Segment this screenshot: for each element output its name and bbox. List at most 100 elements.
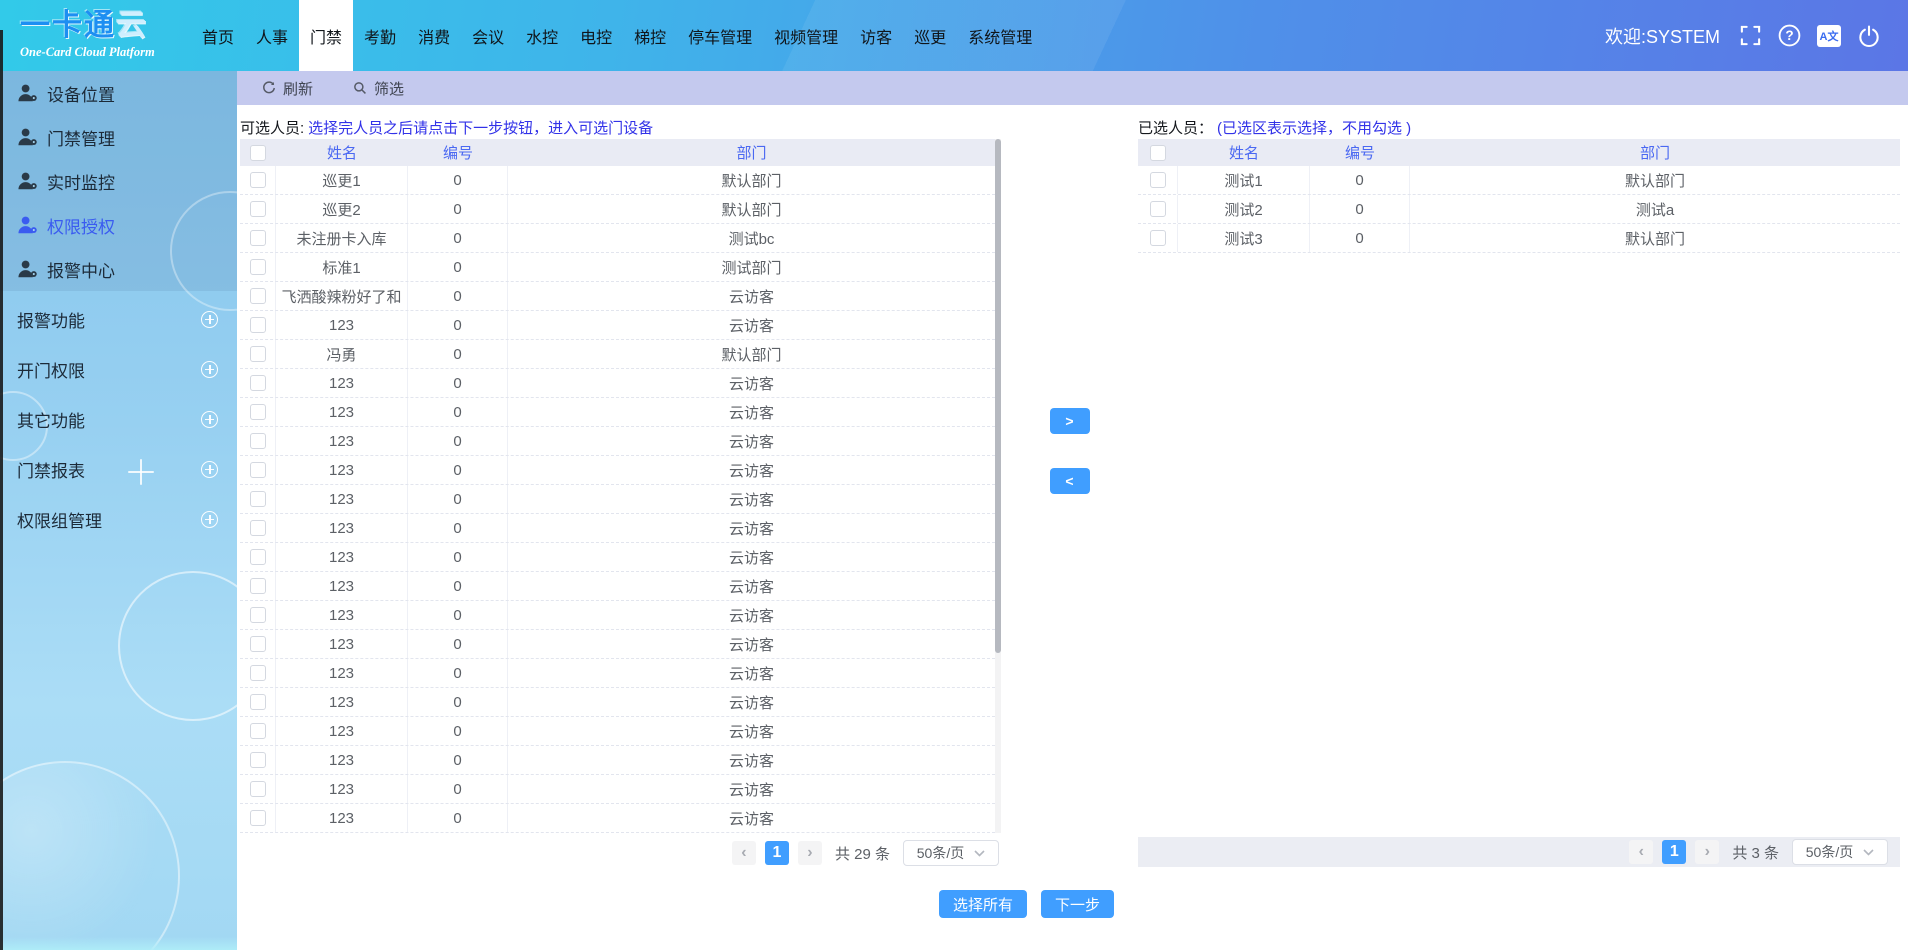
- table-row[interactable]: 123 0 云访客: [240, 543, 995, 572]
- fullscreen-icon[interactable]: [1739, 24, 1762, 47]
- row-checkbox[interactable]: [250, 317, 266, 333]
- row-checkbox[interactable]: [250, 491, 266, 507]
- row-checkbox[interactable]: [250, 346, 266, 362]
- row-checkbox[interactable]: [250, 520, 266, 536]
- sidebar-menu-item[interactable]: 设备位置: [0, 71, 237, 115]
- nav-tab[interactable]: 视频管理: [763, 0, 849, 71]
- nav-tab[interactable]: 水控: [515, 0, 569, 71]
- sidebar-menu-item[interactable]: 权限授权: [0, 203, 237, 247]
- select-all-checkbox[interactable]: [1150, 145, 1166, 161]
- select-all-button[interactable]: 选择所有: [939, 890, 1027, 918]
- row-checkbox[interactable]: [250, 462, 266, 478]
- nav-tab[interactable]: 首页: [191, 0, 245, 71]
- table-row[interactable]: 123 0 云访客: [240, 427, 995, 456]
- row-checkbox[interactable]: [250, 259, 266, 275]
- next-step-button[interactable]: 下一步: [1041, 890, 1114, 918]
- table-row[interactable]: 巡更2 0 默认部门: [240, 195, 995, 224]
- sidebar-menu-item[interactable]: 门禁管理: [0, 115, 237, 159]
- sidebar-group-item[interactable]: 开门权限: [0, 344, 237, 394]
- filter-button[interactable]: 筛选: [353, 78, 404, 99]
- row-checkbox[interactable]: [250, 172, 266, 188]
- current-page-button[interactable]: 1: [1662, 840, 1686, 864]
- row-checkbox[interactable]: [250, 723, 266, 739]
- nav-tab[interactable]: 梯控: [623, 0, 677, 71]
- table-row[interactable]: 123 0 云访客: [240, 514, 995, 543]
- scrollbar-thumb[interactable]: [995, 139, 1001, 653]
- table-row[interactable]: 123 0 云访客: [240, 688, 995, 717]
- refresh-button[interactable]: 刷新: [262, 78, 313, 99]
- nav-tab[interactable]: 巡更: [903, 0, 957, 71]
- table-row[interactable]: 123 0 云访客: [240, 456, 995, 485]
- row-checkbox[interactable]: [250, 781, 266, 797]
- sidebar-group-item[interactable]: 门禁报表: [0, 444, 237, 494]
- nav-tab[interactable]: 停车管理: [677, 0, 763, 71]
- expand-plus-icon[interactable]: [201, 511, 218, 528]
- table-row[interactable]: 123 0 云访客: [240, 398, 995, 427]
- language-icon[interactable]: A文: [1817, 25, 1841, 47]
- table-row[interactable]: 标准1 0 测试部门: [240, 253, 995, 282]
- sidebar-group-item[interactable]: 其它功能: [0, 394, 237, 444]
- select-all-checkbox[interactable]: [250, 145, 266, 161]
- page-size-select[interactable]: 50条/页: [903, 840, 999, 866]
- table-row[interactable]: 123 0 云访客: [240, 572, 995, 601]
- nav-tab[interactable]: 访客: [849, 0, 903, 71]
- nav-tab[interactable]: 系统管理: [957, 0, 1043, 71]
- nav-tab[interactable]: 人事: [245, 0, 299, 71]
- row-checkbox[interactable]: [250, 549, 266, 565]
- table-row[interactable]: 测试3 0 默认部门: [1138, 224, 1900, 253]
- nav-tab[interactable]: 考勤: [353, 0, 407, 71]
- nav-tab[interactable]: 门禁: [299, 0, 353, 71]
- row-checkbox[interactable]: [250, 665, 266, 681]
- table-row[interactable]: 123 0 云访客: [240, 369, 995, 398]
- sidebar-menu-item[interactable]: 实时监控: [0, 159, 237, 203]
- row-checkbox[interactable]: [250, 810, 266, 826]
- row-checkbox[interactable]: [250, 375, 266, 391]
- row-checkbox[interactable]: [250, 752, 266, 768]
- nav-tab[interactable]: 会议: [461, 0, 515, 71]
- nav-tab[interactable]: 消费: [407, 0, 461, 71]
- expand-plus-icon[interactable]: [201, 461, 218, 478]
- row-checkbox[interactable]: [1150, 172, 1166, 188]
- row-checkbox[interactable]: [250, 404, 266, 420]
- sidebar-menu-item[interactable]: 报警中心: [0, 247, 237, 291]
- table-row[interactable]: 巡更1 0 默认部门: [240, 166, 995, 195]
- row-checkbox[interactable]: [250, 230, 266, 246]
- page-size-select[interactable]: 50条/页: [1792, 839, 1888, 865]
- sidebar-group-item[interactable]: 报警功能: [0, 294, 237, 344]
- row-checkbox[interactable]: [250, 578, 266, 594]
- table-row[interactable]: 123 0 云访客: [240, 746, 995, 775]
- prev-page-button[interactable]: ‹: [1629, 840, 1653, 864]
- help-icon[interactable]: ?: [1777, 23, 1802, 48]
- next-page-button[interactable]: ›: [1695, 840, 1719, 864]
- table-row[interactable]: 未注册卡入库 0 测试bc: [240, 224, 995, 253]
- row-checkbox[interactable]: [1150, 201, 1166, 217]
- power-icon[interactable]: [1856, 23, 1882, 49]
- table-row[interactable]: 123 0 云访客: [240, 630, 995, 659]
- table-row[interactable]: 123 0 云访客: [240, 775, 995, 804]
- table-row[interactable]: 冯勇 0 默认部门: [240, 340, 995, 369]
- table-scrollbar[interactable]: [995, 139, 1001, 833]
- table-row[interactable]: 123 0 云访客: [240, 717, 995, 746]
- table-row[interactable]: 测试2 0 测试a: [1138, 195, 1900, 224]
- table-row[interactable]: 123 0 云访客: [240, 659, 995, 688]
- next-page-button[interactable]: ›: [798, 841, 822, 865]
- row-checkbox[interactable]: [250, 288, 266, 304]
- row-checkbox[interactable]: [1150, 230, 1166, 246]
- prev-page-button[interactable]: ‹: [732, 841, 756, 865]
- expand-plus-icon[interactable]: [201, 311, 218, 328]
- row-checkbox[interactable]: [250, 636, 266, 652]
- move-left-button[interactable]: <: [1050, 468, 1090, 494]
- row-checkbox[interactable]: [250, 694, 266, 710]
- table-row[interactable]: 123 0 云访客: [240, 804, 995, 833]
- table-row[interactable]: 123 0 云访客: [240, 601, 995, 630]
- row-checkbox[interactable]: [250, 433, 266, 449]
- row-checkbox[interactable]: [250, 607, 266, 623]
- table-row[interactable]: 123 0 云访客: [240, 311, 995, 340]
- expand-plus-icon[interactable]: [201, 361, 218, 378]
- current-page-button[interactable]: 1: [765, 841, 789, 865]
- move-right-button[interactable]: >: [1050, 408, 1090, 434]
- table-row[interactable]: 测试1 0 默认部门: [1138, 166, 1900, 195]
- table-row[interactable]: 飞洒酸辣粉好了和 0 云访客: [240, 282, 995, 311]
- table-row[interactable]: 123 0 云访客: [240, 485, 995, 514]
- row-checkbox[interactable]: [250, 201, 266, 217]
